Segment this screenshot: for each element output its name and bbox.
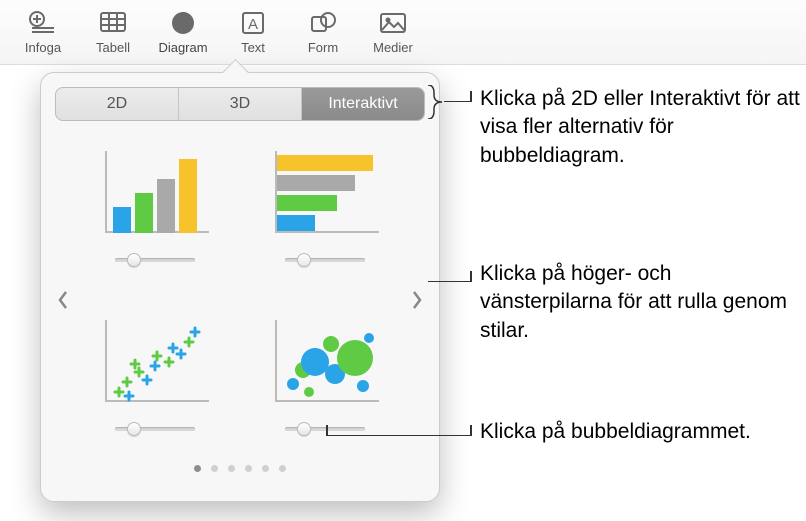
page-dot[interactable] [228, 465, 235, 472]
chart-slider[interactable] [115, 422, 195, 434]
next-style-arrow[interactable] [405, 280, 429, 320]
toolbar-label: Tabell [96, 40, 130, 55]
chart-option-bar[interactable] [255, 145, 395, 286]
toolbar-label: Text [241, 40, 265, 55]
toolbar: Infoga Tabell Diagram A Text Form Medier [0, 0, 806, 65]
chart-popover: 2D 3D Interaktivt [40, 72, 440, 502]
callout-tick [326, 425, 328, 436]
segment-label: Interaktivt [328, 95, 397, 113]
callout-tick [470, 271, 472, 282]
callout-line [326, 435, 470, 436]
chart-grid [55, 145, 425, 455]
brace-icon [426, 85, 444, 119]
page-dot[interactable] [245, 465, 252, 472]
media-icon [375, 8, 411, 38]
toolbar-table[interactable]: Tabell [78, 6, 148, 55]
toolbar-insert[interactable]: Infoga [8, 6, 78, 55]
page-dot[interactable] [279, 465, 286, 472]
segment-2d[interactable]: 2D [56, 88, 179, 120]
callout-bot: Klicka på bubbeldiagrammet. [480, 418, 800, 446]
callout-top: Klicka på 2D eller Interaktivt för att v… [480, 85, 800, 170]
page-dots [55, 465, 425, 472]
shape-icon [305, 8, 341, 38]
toolbar-shape[interactable]: Form [288, 6, 358, 55]
toolbar-chart[interactable]: Diagram [148, 6, 218, 55]
segment-label: 2D [107, 95, 127, 113]
page-dot[interactable] [211, 465, 218, 472]
callout-mid: Klicka på höger- och vänsterpilarna för … [480, 260, 800, 345]
insert-icon [25, 8, 61, 38]
toolbar-label: Form [308, 40, 338, 55]
text-icon: A [235, 8, 271, 38]
segment-3d[interactable]: 3D [179, 88, 302, 120]
toolbar-media[interactable]: Medier [358, 6, 428, 55]
chart-option-column[interactable] [85, 145, 225, 286]
callout-tick [470, 91, 472, 102]
chart-slider[interactable] [115, 253, 195, 265]
chart-option-bubble[interactable] [255, 314, 395, 455]
chart-slider[interactable] [285, 253, 365, 265]
table-icon [95, 8, 131, 38]
chart-option-scatter[interactable] [85, 314, 225, 455]
chart-type-segmented: 2D 3D Interaktivt [55, 87, 425, 121]
prev-style-arrow[interactable] [51, 280, 75, 320]
chart-icon [165, 8, 201, 38]
page-dot[interactable] [194, 465, 201, 472]
page-dot[interactable] [262, 465, 269, 472]
svg-text:A: A [248, 16, 258, 33]
callout-tick [470, 425, 472, 436]
toolbar-label: Medier [373, 40, 413, 55]
segment-interactive[interactable]: Interaktivt [302, 88, 424, 120]
toolbar-label: Diagram [158, 40, 207, 55]
toolbar-label: Infoga [25, 40, 61, 55]
segment-label: 3D [230, 95, 250, 113]
toolbar-text[interactable]: A Text [218, 6, 288, 55]
callout-line [428, 281, 470, 282]
callout-line [444, 101, 470, 102]
chart-slider[interactable] [285, 422, 365, 434]
